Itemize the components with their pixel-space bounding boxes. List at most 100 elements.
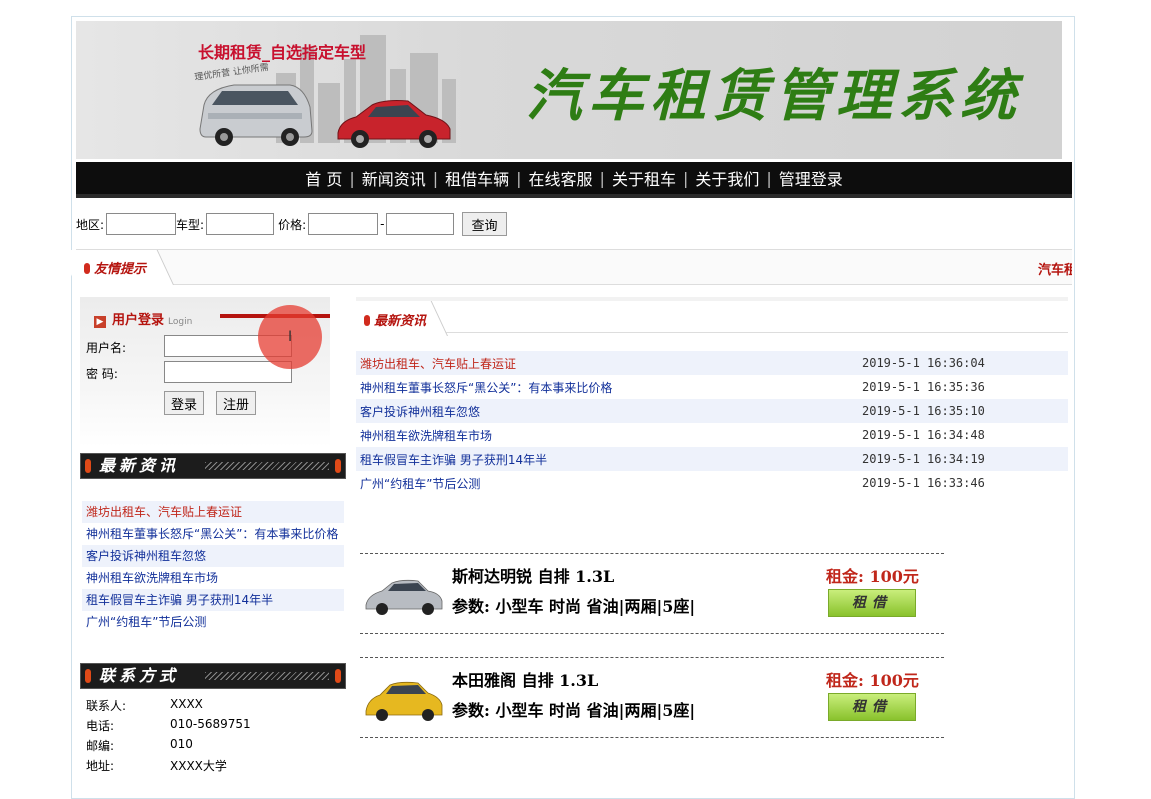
news-row: 神州租车董事长怒斥“黑公关”：有本事来比价格 2019-5-1 16:35:36 [356, 375, 1068, 399]
price-label: 价格: [278, 217, 307, 232]
arrow-icon: ▶ [94, 316, 106, 328]
contact-row: 邮编: 010 [86, 737, 251, 757]
red-car-image [337, 100, 451, 148]
car-thumbnail[interactable] [364, 673, 444, 725]
news-date: 2019-5-1 16:35:10 [862, 404, 985, 418]
side-news-item[interactable]: 广州“约租车”节后公测 [82, 611, 344, 633]
price-max-input[interactable] [386, 213, 455, 235]
car-name[interactable]: 斯柯达明锐 自排 1.3L [452, 563, 614, 587]
search-bar: 地区: 车型: 价格: - 查询 [76, 211, 507, 237]
news-date: 2019-5-1 16:34:19 [862, 452, 985, 466]
side-news-item[interactable]: 租车假冒车主诈骗 男子获刑14年半 [82, 589, 344, 611]
region-input[interactable] [106, 213, 177, 235]
contact-title: 联系方式 [99, 666, 180, 685]
nav-about-rental[interactable]: 关于租车 [608, 166, 680, 190]
side-news-item[interactable]: 神州租车欲洗牌租车市场 [82, 567, 344, 589]
side-news-title: 最新资讯 [99, 456, 180, 475]
contact-value: 010 [170, 737, 193, 751]
price-range-separator: - [380, 217, 385, 231]
model-input[interactable] [206, 213, 275, 235]
side-news-item[interactable]: 客户投诉神州租车忽悠 [82, 545, 344, 567]
main-news-tab: 最新资讯 [364, 310, 426, 329]
news-row: 广州“约租车”节后公测 2019-5-1 16:33:46 [356, 471, 1068, 495]
contact-value: XXXX大学 [170, 759, 227, 773]
nav-home[interactable]: 首 页 [301, 166, 346, 190]
hatch-decoration [205, 672, 329, 680]
contact-key: 电话: [86, 719, 115, 733]
nav-separator: | [432, 168, 439, 188]
hatch-decoration [205, 462, 329, 470]
nav-news[interactable]: 新闻资讯 [358, 166, 430, 190]
banner: 长期租赁_自选指定车型 理优所营 让你所需 汽车租赁管理系统 [76, 21, 1062, 159]
news-row: 客户投诉神州租车忽悠 2019-5-1 16:35:10 [356, 399, 1068, 423]
car-name[interactable]: 本田雅阁 自排 1.3L [452, 667, 598, 691]
news-date: 2019-5-1 16:35:36 [862, 380, 985, 394]
divider [360, 553, 944, 554]
contact-info: 联系人: XXXX 电话: 010-5689751 邮编: 010 地址: XX… [86, 697, 251, 777]
news-date: 2019-5-1 16:36:04 [862, 356, 985, 370]
nav-online-service[interactable]: 在线客服 [525, 166, 597, 190]
side-news-header: 最新资讯 [80, 453, 346, 479]
notice-bar: 友情提示 汽车租 [59, 249, 1072, 285]
divider [360, 633, 944, 634]
news-title-link[interactable]: 租车假冒车主诈骗 男子获刑14年半 [360, 451, 862, 468]
minivan-image [199, 84, 313, 146]
bullet-icon [84, 263, 90, 274]
rent-button[interactable]: 租借 [828, 589, 916, 617]
contact-row: 地址: XXXX大学 [86, 757, 251, 777]
nav-separator: | [766, 168, 772, 188]
login-button[interactable]: 登录 [164, 391, 205, 415]
login-header: ▶ 用户登录 Login [94, 309, 192, 328]
model-label: 车型: [176, 217, 205, 232]
divider [360, 737, 944, 738]
notice-tab: 友情提示 [84, 258, 146, 277]
nav-separator: | [349, 168, 355, 188]
nav-admin-login[interactable]: 管理登录 [775, 166, 847, 190]
news-row: 神州租车欲洗牌租车市场 2019-5-1 16:34:48 [356, 423, 1068, 447]
pin-icon [85, 459, 91, 473]
side-news-item[interactable]: 潍坊出租车、汽车贴上春运证 [82, 501, 344, 523]
main-news-tabbar: 最新资讯 [339, 297, 1068, 336]
news-title-link[interactable]: 潍坊出租车、汽车贴上春运证 [360, 355, 862, 372]
contact-key: 邮编: [86, 739, 115, 753]
car-params: 参数: 小型车 时尚 省油|两厢|5座| [452, 597, 696, 616]
pin-icon [335, 669, 341, 683]
news-title-link[interactable]: 神州租车欲洗牌租车市场 [360, 427, 862, 444]
news-date: 2019-5-1 16:33:46 [862, 476, 985, 490]
contact-value: 010-5689751 [170, 717, 251, 731]
price-min-input[interactable] [308, 213, 379, 235]
bullet-icon [364, 315, 370, 326]
divider [360, 657, 944, 658]
contact-key: 地址: [86, 759, 115, 773]
page-container: 长期租赁_自选指定车型 理优所营 让你所需 汽车租赁管理系统 首 页 | 新闻资… [59, 16, 1075, 799]
contact-header: 联系方式 [80, 663, 346, 689]
region-label: 地区: [76, 217, 105, 232]
news-title-link[interactable]: 广州“约租车”节后公测 [360, 475, 862, 492]
rent-button[interactable]: 租借 [828, 693, 916, 721]
login-title: 用户登录 [112, 313, 165, 328]
nav-separator: | [682, 168, 689, 188]
contact-row: 电话: 010-5689751 [86, 717, 251, 737]
car-params: 参数: 小型车 时尚 省油|两厢|5座| [452, 701, 696, 720]
car-listing: 斯柯达明锐 自排 1.3L 参数: 小型车 时尚 省油|两厢|5座| 租金: 1… [362, 559, 942, 625]
news-title-link[interactable]: 神州租车董事长怒斥“黑公关”：有本事来比价格 [360, 379, 862, 396]
username-label: 用户名: [86, 341, 127, 355]
main-nav: 首 页 | 新闻资讯 | 租借车辆 | 在线客服 | 关于租车 | 关于我们 |… [76, 162, 1072, 198]
pin-icon [335, 459, 341, 473]
news-title-link[interactable]: 客户投诉神州租车忽悠 [360, 403, 862, 420]
main-news-panel: 最新资讯 潍坊出租车、汽车贴上春运证 2019-5-1 16:36:04 神州租… [339, 297, 1068, 497]
news-row: 租车假冒车主诈骗 男子获刑14年半 2019-5-1 16:34:19 [356, 447, 1068, 471]
side-news-list: 潍坊出租车、汽车贴上春运证 神州租车董事长怒斥“黑公关”：有本事来比价格 客户投… [82, 501, 344, 633]
side-news-item[interactable]: 神州租车董事长怒斥“黑公关”：有本事来比价格 [82, 523, 344, 545]
nav-about-us[interactable]: 关于我们 [691, 166, 763, 190]
car-thumbnail[interactable] [364, 569, 444, 621]
nav-separator: | [599, 168, 605, 188]
query-button[interactable]: 查询 [462, 212, 507, 236]
nav-rent-cars[interactable]: 租借车辆 [441, 166, 513, 190]
pin-icon [85, 669, 91, 683]
register-button[interactable]: 注册 [216, 391, 257, 415]
notice-marquee[interactable]: 汽车租 [1038, 259, 1072, 278]
text-cursor-icon: I [288, 329, 293, 345]
contact-row: 联系人: XXXX [86, 697, 251, 717]
car-price: 租金: 100元 [826, 567, 919, 586]
